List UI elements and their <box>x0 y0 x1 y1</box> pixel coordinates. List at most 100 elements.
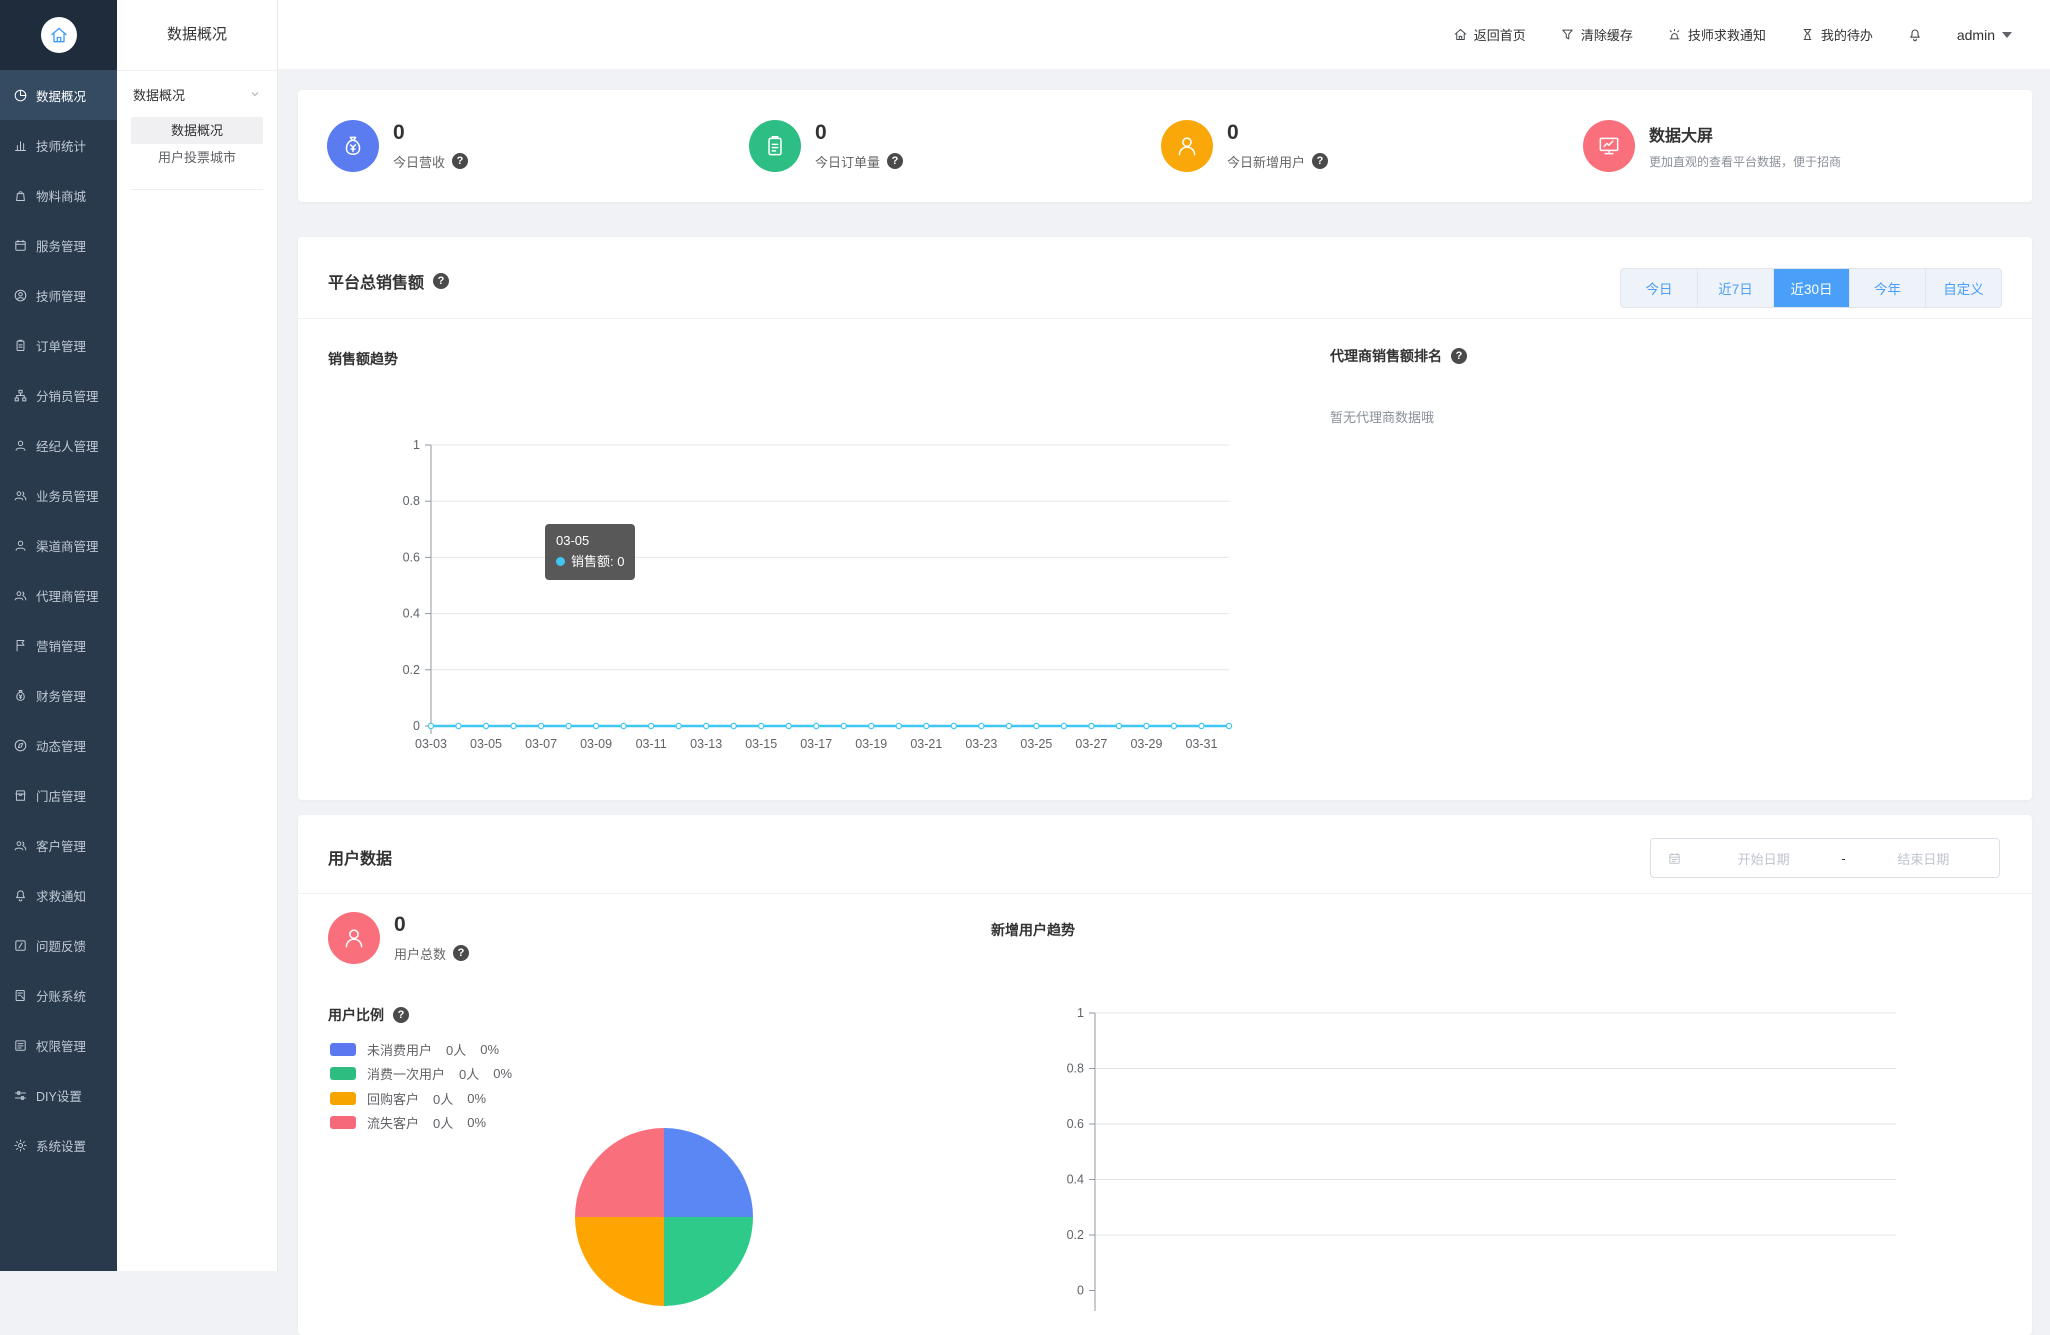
sidebar-item[interactable]: 技师管理 <box>0 270 117 320</box>
help-icon[interactable]: ? <box>453 945 470 962</box>
sidebar-item[interactable]: 系统设置 <box>0 1120 117 1170</box>
end-date-input[interactable]: 结束日期 <box>1848 849 1999 868</box>
sidebar-item[interactable]: 问题反馈 <box>0 920 117 970</box>
legend-swatch <box>330 1091 356 1105</box>
svg-text:0.8: 0.8 <box>1067 1062 1084 1076</box>
range-button[interactable]: 今日 <box>1621 269 1697 307</box>
agent-rank-title: 代理商销售额排名 ? <box>1330 346 1467 366</box>
range-button[interactable]: 近7日 <box>1697 269 1773 307</box>
sidebar-item[interactable]: 业务员管理 <box>0 470 117 520</box>
sidebar-item[interactable]: 财务管理 <box>0 670 117 720</box>
help-icon[interactable]: ? <box>887 153 904 170</box>
stats-card: 0 今日营收? 0 今日订单量? 0 今日新增用户? 数据大屏 更加直观的查看平… <box>298 90 2032 202</box>
svg-text:03-03: 03-03 <box>415 737 447 751</box>
username: admin <box>1956 26 1995 43</box>
data-screen-link[interactable]: 数据大屏 更加直观的查看平台数据，便于招商 <box>1583 90 1841 202</box>
logo-home-button[interactable] <box>40 17 77 53</box>
range-button[interactable]: 今年 <box>1849 269 1925 307</box>
header-nav-item[interactable]: 清除缓存 <box>1560 25 1633 44</box>
stat-label: 今日营收 <box>393 154 446 170</box>
person-icon <box>13 438 28 453</box>
shopping-bag-icon <box>13 188 28 203</box>
svg-text:0: 0 <box>1077 1284 1084 1298</box>
notifications-button[interactable] <box>1907 27 1923 43</box>
range-button[interactable]: 近30日 <box>1773 269 1849 307</box>
legend-pct: 0% <box>480 1041 500 1057</box>
help-icon[interactable]: ? <box>452 153 469 170</box>
svg-text:0.6: 0.6 <box>1067 1117 1084 1131</box>
sidebar-item[interactable]: 营销管理 <box>0 620 117 670</box>
help-icon[interactable]: ? <box>1451 348 1467 364</box>
header-nav-item[interactable]: 返回首页 <box>1453 25 1526 44</box>
sidebar-item[interactable]: 技师统计 <box>0 120 117 170</box>
sidebar-item[interactable]: 物料商城 <box>0 170 117 220</box>
submenu-divider <box>131 189 263 190</box>
sliders-icon <box>13 1088 28 1103</box>
sidebar-item[interactable]: DIY设置 <box>0 1070 117 1120</box>
sidebar-item[interactable]: 数据概况 <box>0 70 117 120</box>
svg-text:03-13: 03-13 <box>690 737 722 751</box>
sidebar-item-label: 技师统计 <box>36 139 87 154</box>
sidebar-item[interactable]: 服务管理 <box>0 220 117 270</box>
tooltip-value: 销售额: 0 <box>571 553 625 569</box>
legend-row[interactable]: 流失客户 0人 0% <box>330 1111 512 1136</box>
compass-icon <box>13 738 28 753</box>
sidebar-item[interactable]: 动态管理 <box>0 720 117 770</box>
header-nav-item[interactable]: 我的待办 <box>1800 25 1873 44</box>
sidebar-item-label: 营销管理 <box>36 639 87 654</box>
stat-revenue: 0 今日营收? <box>327 90 469 202</box>
user-menu[interactable]: admin <box>1957 27 2012 43</box>
sales-card-header: 平台总销售额 ? 今日 近7日 近30日 今年 自定义 <box>298 237 2032 319</box>
legend-swatch <box>330 1116 356 1130</box>
chart-tooltip: 03-05 销售额: 0 <box>545 524 636 580</box>
sales-title-row: 平台总销售额 ? <box>328 269 450 293</box>
data-screen-title: 数据大屏 <box>1649 128 1714 145</box>
sidebar-item[interactable]: 分账系统 <box>0 970 117 1020</box>
sidebar-item[interactable]: 门店管理 <box>0 770 117 820</box>
header-nav-label: 返回首页 <box>1473 28 1526 43</box>
submenu-item[interactable]: 用户投票城市 <box>131 144 263 171</box>
submenu-items: 数据概况 用户投票城市 <box>117 117 277 171</box>
sidebar-item-label: 业务员管理 <box>36 489 99 504</box>
sidebar-item[interactable]: 订单管理 <box>0 320 117 370</box>
sidebar-item[interactable]: 渠道商管理 <box>0 520 117 570</box>
sidebar-item-label: 渠道商管理 <box>36 539 99 554</box>
header-nav-item[interactable]: 技师求救通知 <box>1667 25 1766 44</box>
legend-row[interactable]: 消费一次用户 0人 0% <box>330 1062 512 1087</box>
person-icon <box>13 538 28 553</box>
start-date-input[interactable]: 开始日期 <box>1688 849 1839 868</box>
svg-text:0.4: 0.4 <box>1067 1173 1084 1187</box>
new-users-trend-title: 新增用户趋势 <box>991 922 1075 938</box>
sidebar-item-label: 权限管理 <box>36 1039 87 1054</box>
sidebar-item[interactable]: 求救通知 <box>0 870 117 920</box>
sidebar-item[interactable]: 权限管理 <box>0 1020 117 1070</box>
money-bag-icon <box>13 688 28 703</box>
people-icon <box>13 488 28 503</box>
help-icon[interactable]: ? <box>1312 153 1329 170</box>
help-icon[interactable]: ? <box>393 1007 409 1023</box>
sidebar-item[interactable]: 客户管理 <box>0 820 117 870</box>
sidebar-item-label: 求救通知 <box>36 889 87 904</box>
series-dot <box>556 556 565 566</box>
help-icon[interactable]: ? <box>433 273 450 289</box>
svg-text:03-31: 03-31 <box>1185 737 1217 751</box>
submenu-group-toggle[interactable]: 数据概况 <box>117 71 277 117</box>
sidebar-item-label: 数据概况 <box>36 89 87 104</box>
sidebar-item[interactable]: 分销员管理 <box>0 370 117 420</box>
range-button[interactable]: 自定义 <box>1925 269 2001 307</box>
date-range-picker[interactable]: 开始日期 - 结束日期 <box>1650 838 2000 878</box>
sidebar-item[interactable]: 代理商管理 <box>0 570 117 620</box>
sidebar-item[interactable]: 经纪人管理 <box>0 420 117 470</box>
sidebar-item-label: 分销员管理 <box>36 389 99 404</box>
submenu-item[interactable]: 数据概况 <box>131 117 263 144</box>
legend-swatch <box>330 1042 356 1056</box>
legend-row[interactable]: 未消费用户 0人 0% <box>330 1037 512 1062</box>
users-title: 用户数据 <box>328 851 393 868</box>
legend-row[interactable]: 回购客户 0人 0% <box>330 1086 512 1111</box>
legend-swatch <box>330 1067 356 1081</box>
user-ratio-pie-chart <box>575 1128 753 1306</box>
app-logo <box>0 0 117 70</box>
chevron-down-icon <box>249 88 261 100</box>
sidebar-item-label: 订单管理 <box>36 339 87 354</box>
filter-icon <box>1560 27 1575 42</box>
